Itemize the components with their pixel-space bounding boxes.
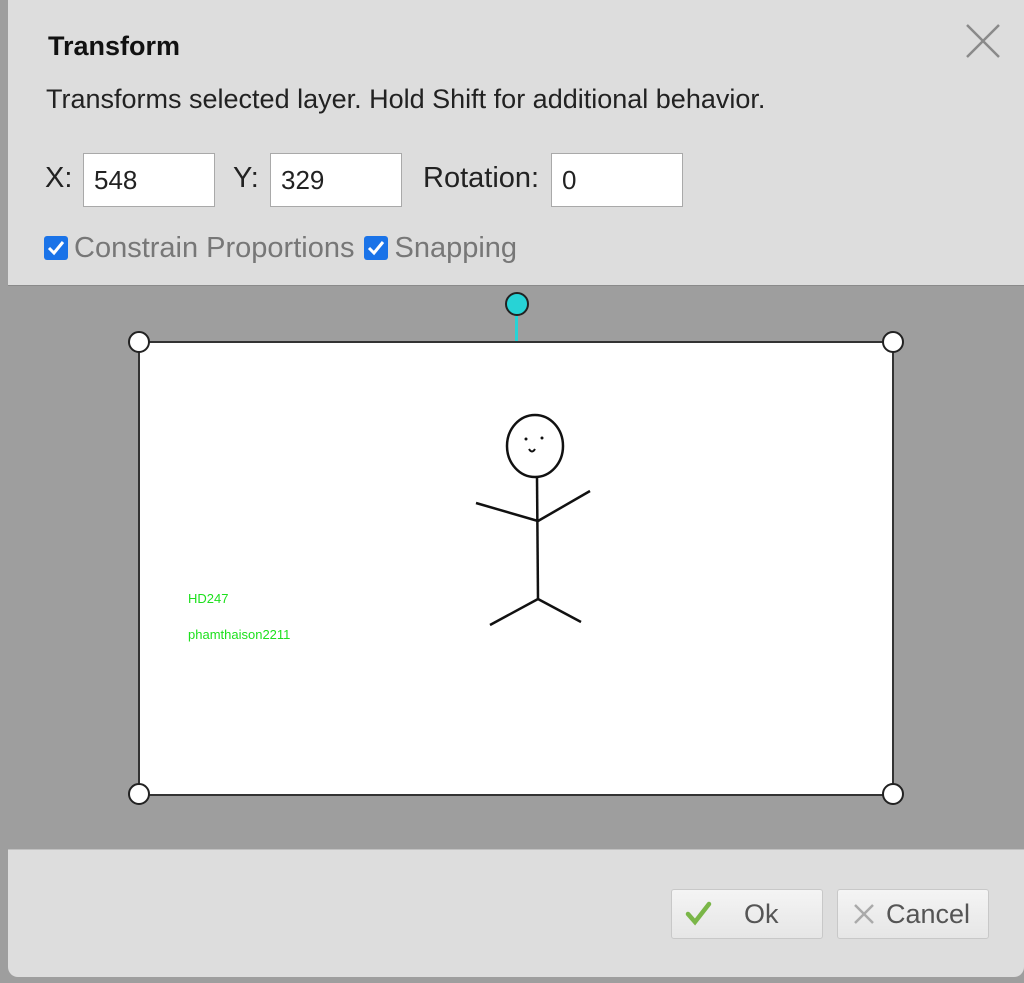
resize-handle-bottom-left[interactable]	[128, 783, 150, 805]
x-input[interactable]	[83, 153, 215, 207]
resize-handle-top-right[interactable]	[882, 331, 904, 353]
options-row: Constrain Proportions Snapping	[44, 230, 527, 266]
checkmark-icon	[47, 241, 65, 256]
close-icon	[966, 24, 1000, 58]
y-label: Y:	[233, 162, 259, 194]
x-icon	[854, 904, 874, 924]
x-label: X:	[45, 162, 73, 194]
rotation-label: Rotation:	[423, 162, 540, 194]
cancel-label: Cancel	[886, 898, 971, 929]
rotation-input[interactable]	[551, 153, 683, 207]
close-button[interactable]	[964, 22, 1002, 60]
transform-preview-area[interactable]: HD247 phamthaison2211	[8, 285, 1024, 850]
resize-handle-bottom-right[interactable]	[882, 783, 904, 805]
cancel-button[interactable]: Cancel	[837, 889, 989, 939]
y-input[interactable]	[270, 153, 402, 207]
rotation-handle[interactable]	[505, 292, 529, 316]
layer-preview[interactable]: HD247 phamthaison2211	[138, 341, 894, 796]
dialog-description: Transforms selected layer. Hold Shift fo…	[46, 84, 766, 114]
dialog-title: Transform	[48, 31, 181, 61]
stick-figure-drawing	[475, 413, 591, 627]
transform-dialog: Transform Transforms selected layer. Hol…	[8, 0, 1024, 977]
layer-text-hd247: HD247	[188, 591, 229, 606]
rotation-connector	[515, 316, 518, 343]
constrain-proportions-checkbox[interactable]	[44, 236, 68, 260]
check-icon	[685, 901, 712, 926]
ok-button[interactable]: Ok	[671, 889, 823, 939]
layer-text-username: phamthaison2211	[188, 627, 291, 642]
ok-label: Ok	[744, 898, 779, 929]
constrain-proportions-label[interactable]: Constrain Proportions	[74, 232, 354, 265]
resize-handle-top-left[interactable]	[128, 331, 150, 353]
checkmark-icon	[368, 241, 385, 256]
snapping-label[interactable]: Snapping	[394, 232, 517, 265]
snapping-checkbox[interactable]	[364, 236, 389, 260]
